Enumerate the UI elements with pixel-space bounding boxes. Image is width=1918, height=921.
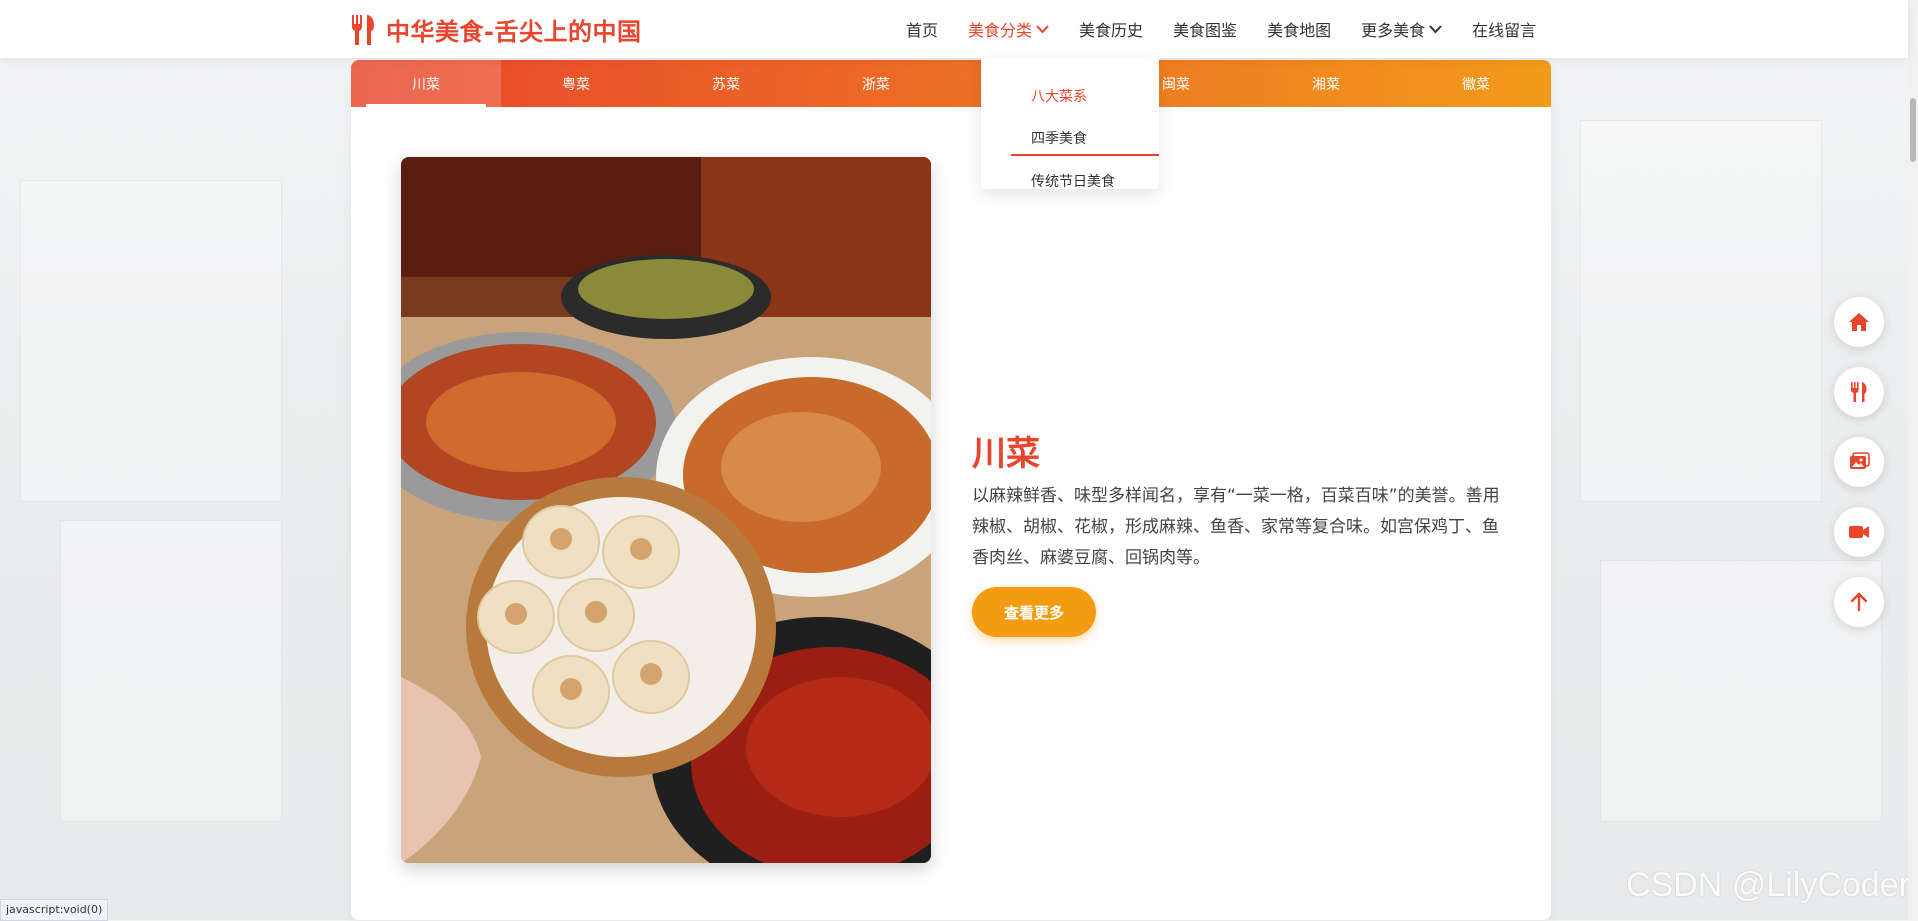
nav-categories-label: 美食分类 xyxy=(968,21,1033,40)
utensils-icon xyxy=(352,14,374,45)
dish-photo xyxy=(401,157,931,863)
float-gallery-button[interactable] xyxy=(1834,437,1884,487)
cuisine-panel: 川菜 粤菜 苏菜 浙菜 闽菜 闽菜 湘菜 徽菜 xyxy=(351,60,1551,920)
tab-label: 闽菜 xyxy=(1162,76,1190,93)
utensils-icon xyxy=(1851,382,1867,402)
dish-description: 以麻辣鲜香、味型多样闻名，享有“一菜一格，百菜百味”的美誉。善用辣椒、胡椒、花椒… xyxy=(972,486,1500,568)
tab-label: 川菜 xyxy=(412,76,440,93)
float-food-button[interactable] xyxy=(1834,367,1884,417)
nav-categories[interactable]: 美食分类 xyxy=(968,17,1049,41)
tab-label: 徽菜 xyxy=(1462,76,1490,93)
tab-label: 湘菜 xyxy=(1312,76,1340,93)
cuisine-tabs: 川菜 粤菜 苏菜 浙菜 闽菜 闽菜 湘菜 徽菜 xyxy=(351,60,1551,107)
browser-status-bar: javascript:void(0) xyxy=(0,899,109,921)
tab-su[interactable]: 苏菜 xyxy=(651,60,801,107)
page-scrollbar[interactable] xyxy=(1908,0,1918,920)
chevron-down-icon xyxy=(1036,24,1049,33)
tab-chuan[interactable]: 川菜 xyxy=(351,60,501,107)
float-home-button[interactable] xyxy=(1834,297,1884,347)
dropdown-item-festival[interactable]: 传统节日美食 xyxy=(1031,171,1115,191)
nav-home-label: 首页 xyxy=(906,21,939,40)
tab-label: 浙菜 xyxy=(862,76,890,93)
chevron-down-icon xyxy=(1429,24,1442,33)
image-icon xyxy=(1850,452,1870,469)
nav-map-label: 美食地图 xyxy=(1267,21,1332,40)
dropdown-item-eight-cuisines[interactable]: 八大菜系 xyxy=(1031,86,1087,106)
categories-dropdown: 八大菜系 四季美食 传统节日美食 xyxy=(981,58,1159,191)
dropdown-active-underline xyxy=(1011,154,1159,156)
site-logo[interactable]: 中华美食-舌尖上的中国 xyxy=(350,12,641,47)
nav-history[interactable]: 美食历史 xyxy=(1079,17,1143,41)
back-to-top-button[interactable] xyxy=(1834,577,1884,627)
tab-yue[interactable]: 粤菜 xyxy=(501,60,651,107)
watermark: CSDN @LilyCoder xyxy=(1626,866,1910,904)
site-title: 中华美食-舌尖上的中国 xyxy=(386,18,642,46)
nav-gallery[interactable]: 美食图鉴 xyxy=(1173,17,1237,41)
nav-message-label: 在线留言 xyxy=(1472,21,1537,40)
nav-gallery-label: 美食图鉴 xyxy=(1173,21,1238,40)
tab-xiang[interactable]: 湘菜 xyxy=(1251,60,1401,107)
site-header: 中华美食-舌尖上的中国 首页 美食分类 美食历史 美食图鉴 美食地图 更多美食 … xyxy=(0,0,1908,58)
nav-message[interactable]: 在线留言 xyxy=(1472,17,1536,41)
home-icon xyxy=(1849,313,1869,331)
tab-label: 粤菜 xyxy=(562,76,590,93)
nav-more-label: 更多美食 xyxy=(1361,21,1426,40)
arrow-up-icon xyxy=(1850,592,1868,612)
main-nav: 首页 美食分类 美食历史 美食图鉴 美食地图 更多美食 在线留言 xyxy=(906,0,1536,58)
float-video-button[interactable] xyxy=(1834,507,1884,557)
tab-zhe[interactable]: 浙菜 xyxy=(801,60,951,107)
nav-history-label: 美食历史 xyxy=(1079,21,1144,40)
view-more-button[interactable]: 查看更多 xyxy=(972,587,1096,637)
nav-more[interactable]: 更多美食 xyxy=(1361,17,1442,41)
dropdown-item-seasonal[interactable]: 四季美食 xyxy=(1031,128,1087,148)
nav-map[interactable]: 美食地图 xyxy=(1267,17,1331,41)
scrollbar-thumb[interactable] xyxy=(1910,98,1916,162)
tab-label: 苏菜 xyxy=(712,76,740,93)
tab-hui[interactable]: 徽菜 xyxy=(1401,60,1551,107)
dish-title: 川菜 xyxy=(972,434,1040,475)
nav-home[interactable]: 首页 xyxy=(906,17,938,41)
video-icon xyxy=(1849,526,1869,538)
